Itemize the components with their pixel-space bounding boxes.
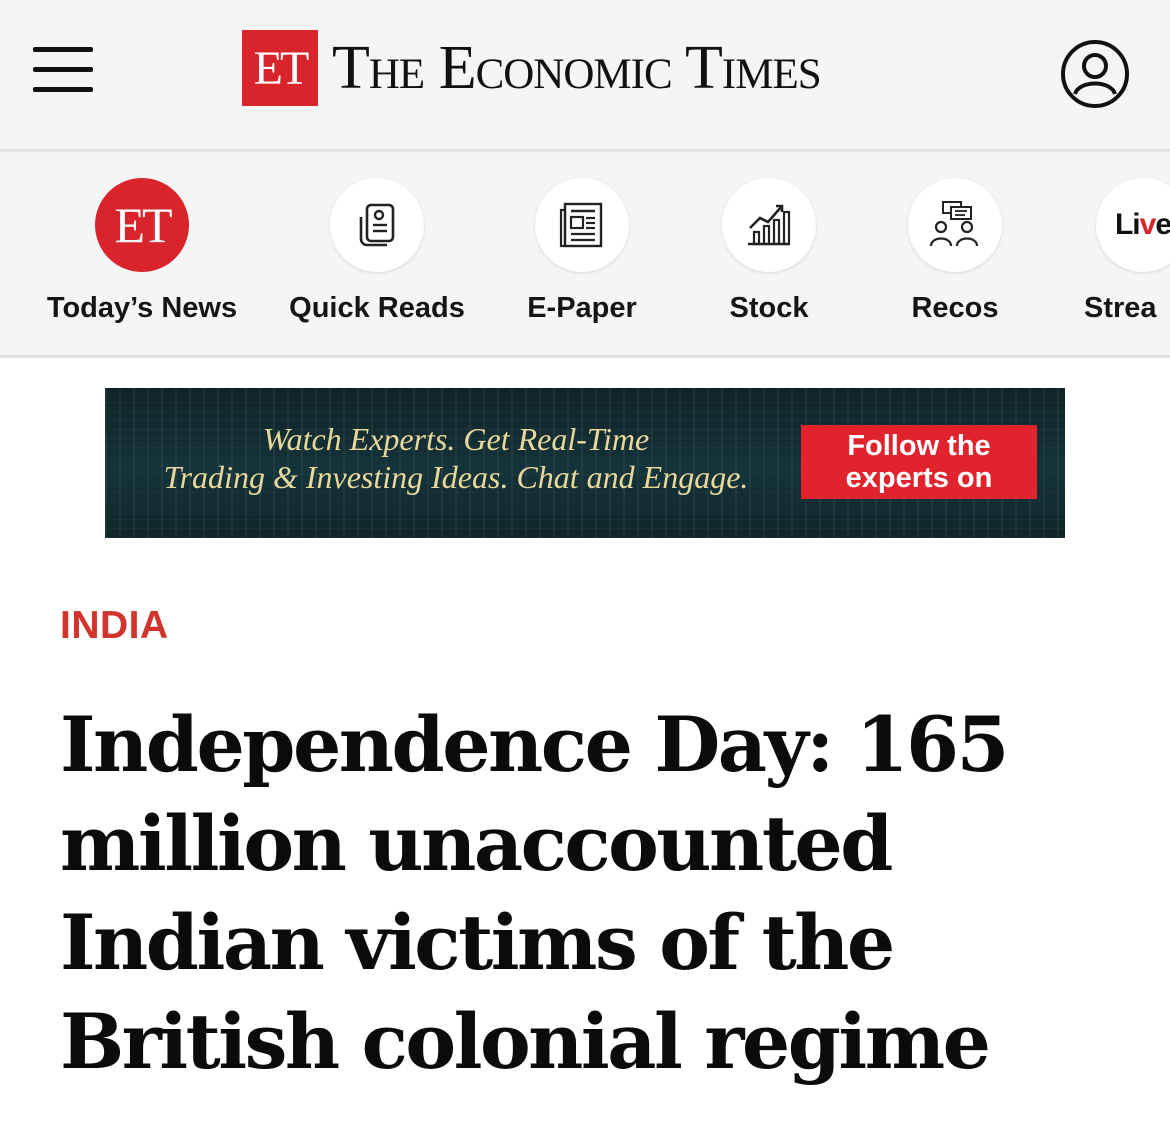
section-tag[interactable]: INDIA [60,604,169,648]
site-title: The Economic Times [332,34,822,102]
live-icon: Live [1096,178,1170,272]
headline-line: Indian victims of the [60,898,895,987]
nav-label: Strea [1084,292,1157,324]
live-badge-text: Li [1114,208,1141,241]
nav-todays-news[interactable]: ET Today’s News [36,178,248,325]
nav-stock[interactable]: Stock [722,178,816,325]
ad-banner[interactable]: Watch Experts. Get Real-Time Trading & I… [105,388,1065,538]
et-logo-icon: ET [95,178,189,272]
nav-label: Today’s News [46,292,238,324]
headline-line: million unaccounted [60,799,893,888]
user-profile-icon[interactable] [1061,40,1129,108]
headline-line: British colonial regime [60,997,991,1086]
menu-icon[interactable] [33,47,93,93]
nav-label: E-Paper [527,292,637,324]
top-header: ET The Economic Times [0,0,1170,152]
quick-reads-icon [330,178,424,272]
quick-nav-bar: ET Today’s News Quick Reads E-Paper Stoc… [0,152,1170,358]
ad-copy: Watch Experts. Get Real-Time Trading & I… [131,420,781,496]
ad-cta-line-2: experts on [845,462,993,494]
headline-line: Independence Day: 165 [60,700,1009,789]
stock-chart-icon [722,178,816,272]
nav-label: Stock [729,292,809,324]
experts-icon [908,178,1002,272]
nav-label: Quick Reads [289,292,465,324]
et-logo-badge: ET [242,30,318,106]
nav-e-paper[interactable]: E-Paper [520,178,644,325]
nav-stream[interactable]: Live Strea [1084,178,1170,325]
nav-recos[interactable]: Recos [907,178,1003,325]
live-badge-suffix: e [1155,208,1170,241]
ad-line-1: Watch Experts. Get Real-Time [262,421,650,457]
site-logo[interactable]: ET The Economic Times [242,30,822,106]
ad-cta-line-1: Follow the [847,430,991,462]
ad-line-2: Trading & Investing Ideas. Chat and Enga… [163,459,749,495]
article-headline: Independence Day: 165 million unaccounte… [60,695,1120,1091]
live-badge-play: v [1139,208,1157,241]
nav-quick-reads[interactable]: Quick Reads [278,178,476,325]
nav-label: Recos [911,292,999,324]
newspaper-icon [535,178,629,272]
ad-cta-button[interactable]: Follow the experts on [801,425,1037,499]
